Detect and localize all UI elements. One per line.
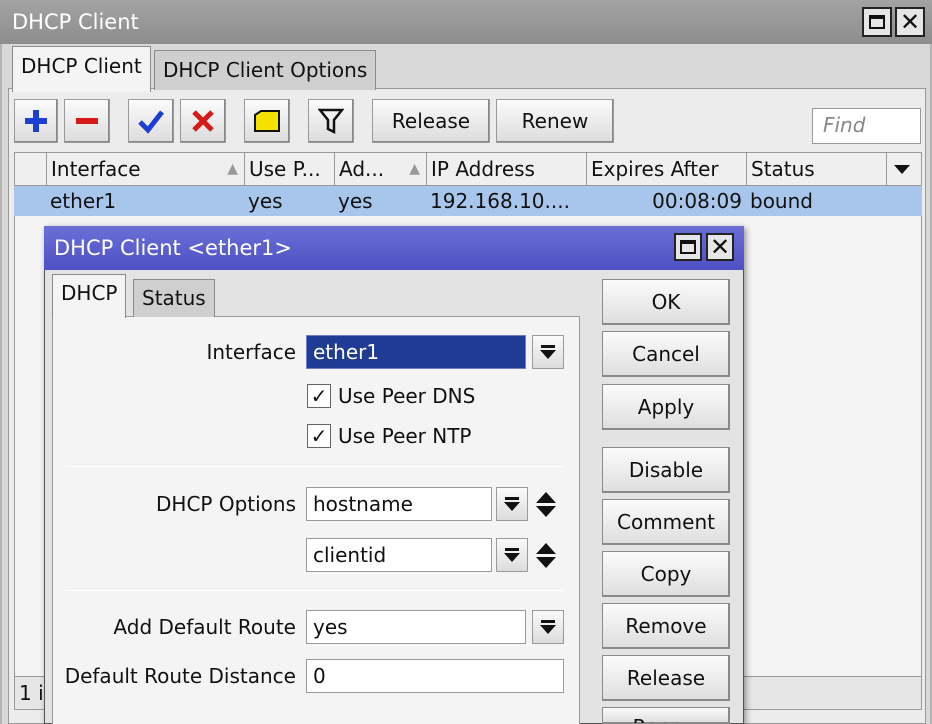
- enable-button[interactable]: [128, 99, 174, 143]
- remove-dialog-button[interactable]: Remove: [602, 603, 730, 649]
- add-default-route-select[interactable]: yes: [306, 610, 526, 644]
- renew-dialog-button[interactable]: Renew: [602, 707, 730, 724]
- dropdown-arrow-icon: [504, 553, 520, 562]
- chevron-down-icon: [894, 165, 910, 174]
- cell-use-peer: yes: [248, 189, 283, 213]
- column-use-peer[interactable]: Use P...: [245, 153, 335, 185]
- divider: [66, 466, 564, 467]
- interface-dropdown-button[interactable]: [532, 335, 564, 369]
- use-peer-dns-label: Use Peer DNS: [338, 384, 476, 408]
- tab-dhcp-client[interactable]: DHCP Client: [12, 46, 151, 92]
- dhcp-option-2-select[interactable]: clientid: [306, 538, 492, 572]
- check-icon: [138, 110, 164, 134]
- plus-icon: [25, 110, 47, 132]
- column-expires-after[interactable]: Expires After: [587, 153, 747, 185]
- x-icon: [192, 110, 214, 132]
- default-route-distance-label: Default Route Distance: [64, 664, 296, 688]
- table-header: Interface ▲ Use P... Ad... ▲ IP Address …: [14, 152, 922, 186]
- interface-select[interactable]: ether1: [306, 335, 526, 369]
- renew-button[interactable]: Renew: [496, 99, 614, 143]
- move-down-icon: [536, 556, 556, 568]
- dhcp-option-1-select[interactable]: hostname: [306, 487, 492, 521]
- interface-label: Interface: [206, 340, 296, 364]
- dropdown-arrow-icon: [540, 350, 556, 359]
- release-dialog-button[interactable]: Release: [602, 655, 730, 701]
- cell-add: yes: [338, 189, 373, 213]
- comment-dialog-button[interactable]: Comment: [602, 499, 730, 545]
- add-default-route-dropdown-button[interactable]: [532, 610, 564, 644]
- tab-dhcp-client-options[interactable]: DHCP Client Options: [154, 50, 377, 90]
- divider: [66, 590, 564, 591]
- dropdown-arrow-icon: [504, 502, 520, 511]
- tab-dhcp[interactable]: DHCP: [52, 274, 127, 318]
- sort-asc-icon: ▲: [409, 161, 420, 177]
- header-spacer: [15, 153, 47, 185]
- ok-button[interactable]: OK: [602, 279, 730, 325]
- default-route-distance-input[interactable]: 0: [306, 659, 564, 693]
- cell-interface: ether1: [50, 189, 117, 213]
- dropdown-icon: [505, 548, 519, 551]
- dhcp-option-2-reorder[interactable]: [534, 538, 558, 572]
- close-icon: ✕: [709, 233, 731, 261]
- add-default-route-label: Add Default Route: [113, 615, 296, 639]
- table-row[interactable]: ether1 yes yes 192.168.10.... 00:08:09 b…: [14, 186, 922, 216]
- move-up-icon: [536, 491, 556, 503]
- dialog-close-button[interactable]: ✕: [706, 233, 734, 261]
- dropdown-icon: [541, 345, 555, 348]
- move-up-icon: [536, 542, 556, 554]
- dialog-maximize-button[interactable]: [674, 233, 702, 261]
- filter-button[interactable]: [308, 99, 354, 143]
- cancel-button[interactable]: Cancel: [602, 331, 730, 377]
- column-menu-button[interactable]: [887, 153, 921, 185]
- remove-button[interactable]: [64, 99, 110, 143]
- column-label: Ad...: [339, 157, 385, 181]
- column-label: Interface: [51, 157, 141, 181]
- tab-status[interactable]: Status: [133, 279, 215, 317]
- add-button[interactable]: [14, 99, 58, 143]
- close-icon: ✕: [899, 8, 921, 36]
- window-title: DHCP Client: [0, 0, 932, 44]
- dropdown-icon: [505, 497, 519, 500]
- dhcp-option-1-reorder[interactable]: [534, 487, 558, 521]
- move-down-icon: [536, 505, 556, 517]
- use-peer-dns-checkbox[interactable]: ✓: [307, 384, 331, 408]
- maximize-button[interactable]: [862, 7, 892, 37]
- dropdown-icon: [541, 620, 555, 623]
- sort-asc-icon: ▲: [227, 161, 238, 177]
- maximize-icon: [680, 240, 696, 254]
- dialog-title: DHCP Client <ether1>: [44, 226, 744, 270]
- column-ip-address[interactable]: IP Address: [427, 153, 587, 185]
- find-input[interactable]: Find: [812, 108, 921, 144]
- column-status[interactable]: Status: [747, 153, 887, 185]
- comment-icon: [254, 110, 280, 132]
- dropdown-arrow-icon: [540, 625, 556, 634]
- dhcp-option-2-dropdown-button[interactable]: [496, 538, 528, 572]
- cell-expires-after: 00:08:09: [652, 189, 742, 213]
- close-button[interactable]: ✕: [895, 7, 925, 37]
- filter-icon: [318, 108, 344, 135]
- disable-button[interactable]: [180, 99, 226, 143]
- column-add[interactable]: Ad... ▲: [335, 153, 427, 185]
- use-peer-ntp-label: Use Peer NTP: [338, 424, 472, 448]
- cell-ip-address: 192.168.10....: [430, 189, 570, 213]
- minus-icon: [76, 118, 98, 124]
- dhcp-options-label: DHCP Options: [156, 492, 296, 516]
- dhcp-option-1-dropdown-button[interactable]: [496, 487, 528, 521]
- disable-dialog-button[interactable]: Disable: [602, 447, 730, 493]
- use-peer-ntp-checkbox[interactable]: ✓: [307, 424, 331, 448]
- copy-button[interactable]: Copy: [602, 551, 730, 597]
- maximize-icon: [869, 15, 885, 29]
- column-interface[interactable]: Interface ▲: [47, 153, 245, 185]
- apply-button[interactable]: Apply: [602, 384, 730, 430]
- cell-status: bound: [750, 189, 813, 213]
- release-button[interactable]: Release: [372, 99, 490, 143]
- comment-button[interactable]: [244, 99, 290, 143]
